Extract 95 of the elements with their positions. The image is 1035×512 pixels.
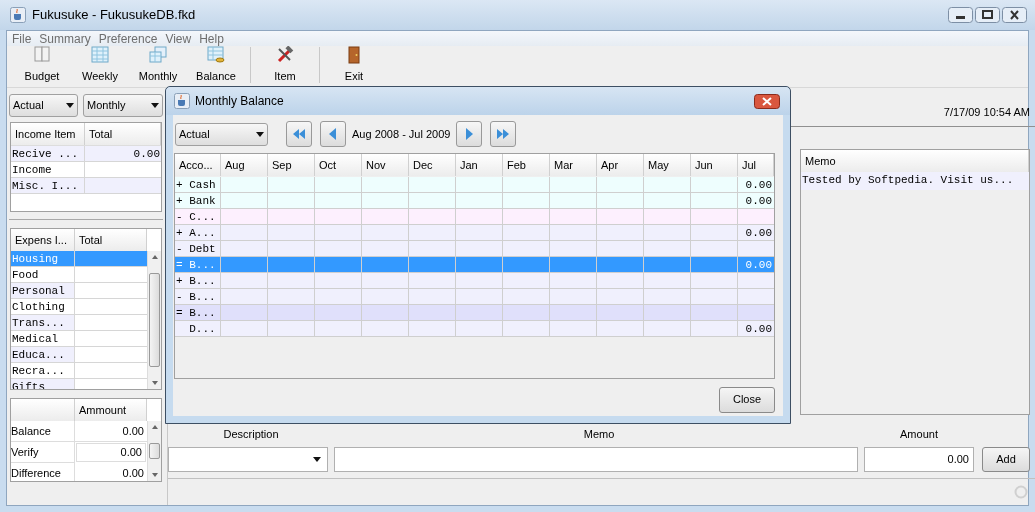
column-header[interactable]: Ammount: [75, 399, 147, 421]
table-cell[interactable]: Recra...: [11, 363, 75, 379]
dialog-title: Monthly Balance: [195, 93, 284, 110]
column-header[interactable]: Mar: [550, 154, 597, 176]
table-cell[interactable]: D...: [175, 321, 221, 337]
close-icon[interactable]: [1002, 7, 1027, 23]
column-header[interactable]: Sep: [268, 154, 315, 176]
scrollbar-thumb[interactable]: [149, 443, 160, 459]
coffee-cup-icon: [174, 93, 190, 109]
previous-button[interactable]: [320, 121, 346, 147]
column-header[interactable]: Jan: [456, 154, 503, 176]
period-dropdown[interactable]: Monthly: [83, 93, 163, 117]
add-button[interactable]: Add: [982, 446, 1030, 472]
toolbar-button[interactable]: Exit: [325, 45, 383, 84]
menu-item[interactable]: Help: [199, 29, 224, 48]
menu-item[interactable]: Preference: [98, 29, 158, 48]
toolbar-button[interactable]: Monthly: [129, 45, 187, 84]
stacked-tables-icon: [149, 45, 167, 64]
column-header[interactable]: Acco...: [175, 154, 221, 176]
last-button[interactable]: [490, 121, 517, 147]
table-row[interactable]: + Cash 0.00: [175, 177, 774, 193]
row-label: Verify: [11, 442, 75, 463]
menu-item[interactable]: View: [165, 29, 192, 48]
scrollbar[interactable]: [147, 251, 161, 389]
table-coins-icon: [207, 45, 225, 64]
table-icon: [91, 45, 109, 64]
amount-field[interactable]: 0.00: [864, 446, 974, 472]
table-row[interactable]: + A... 0.00: [175, 225, 774, 241]
close-icon[interactable]: [754, 93, 780, 109]
column-header[interactable]: Expens I...: [11, 229, 75, 251]
table-cell[interactable]: Trans...: [11, 315, 75, 331]
close-button[interactable]: Close: [719, 386, 775, 413]
table-cell[interactable]: Medical: [11, 331, 75, 347]
toolbar-button[interactable]: Budget: [13, 45, 71, 84]
caret-icon: [256, 131, 264, 137]
first-arrow-icon: [292, 127, 306, 141]
first-button[interactable]: [286, 121, 312, 147]
memo-field[interactable]: [334, 446, 858, 472]
column-header[interactable]: Income Item: [11, 123, 85, 145]
column-header[interactable]: Oct: [315, 154, 362, 176]
table-row[interactable]: = B...: [175, 305, 774, 321]
table-cell[interactable]: Personal: [11, 283, 75, 299]
column-header[interactable]: Jul: [738, 154, 774, 176]
column-header[interactable]: Aug: [221, 154, 268, 176]
last-arrow-icon: [496, 127, 511, 141]
mode-dropdown[interactable]: Actual: [175, 122, 268, 146]
maximize-icon[interactable]: [975, 7, 1000, 23]
hammer-icon: [276, 45, 294, 64]
toolbar-button[interactable]: Balance: [187, 45, 245, 84]
minimize-icon[interactable]: [948, 7, 973, 23]
toolbar-button[interactable]: Weekly: [71, 45, 129, 84]
date-range: Aug 2008 - Jul 2009: [352, 126, 451, 142]
column-header[interactable]: May: [644, 154, 691, 176]
column-header[interactable]: Dec: [409, 154, 456, 176]
coffee-cup-icon: [10, 7, 26, 23]
field-label: Description: [222, 426, 280, 442]
input-field[interactable]: 0.00: [76, 443, 146, 462]
door-icon: [345, 45, 363, 64]
menu-item[interactable]: File: [12, 29, 32, 48]
row-label: Difference: [11, 463, 75, 481]
caret-icon: [313, 456, 321, 462]
caret-icon: [66, 102, 74, 108]
spinner-icon: [1014, 485, 1028, 499]
scrollbar[interactable]: [147, 421, 161, 481]
column-header[interactable]: Jun: [691, 154, 738, 176]
table-row[interactable]: - B...: [175, 289, 774, 305]
book-icon: [33, 45, 51, 64]
column-header[interactable]: Apr: [597, 154, 644, 176]
toolbar-button[interactable]: Item: [256, 45, 314, 84]
field-label: Memo: [582, 426, 616, 442]
menu-item[interactable]: Summary: [39, 29, 91, 48]
row-label: Balance: [11, 421, 75, 442]
description-dropdown[interactable]: [168, 446, 328, 472]
table-row[interactable]: + Bank 0.00: [175, 193, 774, 209]
table-row[interactable]: - Debt: [175, 241, 774, 257]
column-header[interactable]: Total: [85, 123, 161, 145]
column-header[interactable]: Total: [75, 229, 147, 251]
table-cell[interactable]: Educa...: [11, 347, 75, 363]
window-title: Fukusuke - FukusukeDB.fkd: [32, 6, 196, 25]
table-row[interactable]: D... 0.00: [175, 321, 774, 337]
table-cell[interactable]: 0.00: [738, 321, 774, 337]
column-header[interactable]: Feb: [503, 154, 550, 176]
next-button[interactable]: [456, 121, 483, 147]
table-cell[interactable]: Tested by Softpedia. Visit us...: [801, 172, 1029, 190]
table-cell[interactable]: Food: [11, 267, 75, 283]
caret-icon: [151, 102, 159, 108]
table-row[interactable]: - C...: [175, 209, 774, 225]
date-time: 7/17/09 10:54 AM: [943, 104, 1030, 120]
mode-dropdown[interactable]: Actual: [9, 93, 78, 117]
field-label: Amount: [899, 426, 939, 442]
column-header[interactable]: Nov: [362, 154, 409, 176]
table-row[interactable]: + B...: [175, 273, 774, 289]
column-header[interactable]: Memo: [801, 150, 1029, 172]
table-cell[interactable]: Clothing: [11, 299, 75, 315]
scrollbar-thumb[interactable]: [149, 273, 160, 367]
